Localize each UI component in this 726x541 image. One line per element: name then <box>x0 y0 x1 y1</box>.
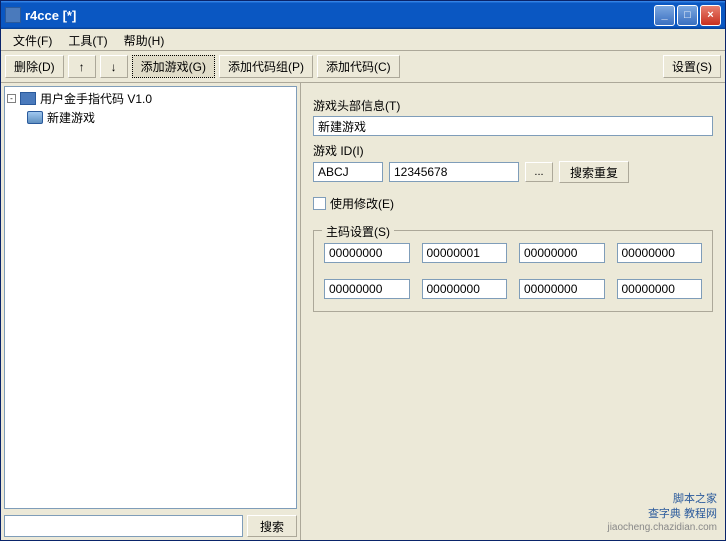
master-code-4[interactable] <box>617 243 703 263</box>
window-controls: _ □ × <box>654 5 721 26</box>
watermark-line1: 脚本之家 <box>607 492 717 506</box>
delete-button[interactable]: 删除(D) <box>5 55 64 78</box>
master-code-7[interactable] <box>519 279 605 299</box>
header-info-input[interactable] <box>313 116 713 136</box>
add-code-group-button[interactable]: 添加代码组(P) <box>219 55 313 78</box>
search-duplicate-button[interactable]: 搜索重复 <box>559 161 629 183</box>
maximize-button[interactable]: □ <box>677 5 698 26</box>
tree-search-button[interactable]: 搜索 <box>247 515 297 537</box>
left-pane: - 用户金手指代码 V1.0 新建游戏 搜索 <box>1 83 301 540</box>
menu-tools[interactable]: 工具(T) <box>60 29 115 50</box>
tree-root-label: 用户金手指代码 V1.0 <box>40 90 152 107</box>
use-modify-label: 使用修改(E) <box>330 195 394 212</box>
master-code-6[interactable] <box>422 279 508 299</box>
app-window: r4cce [*] _ □ × 文件(F) 工具(T) 帮助(H) 删除(D) … <box>0 0 726 541</box>
settings-button[interactable]: 设置(S) <box>663 55 721 78</box>
window-title: r4cce [*] <box>25 8 654 23</box>
tree-item-label: 新建游戏 <box>47 109 95 126</box>
game-id-field-1[interactable] <box>313 162 383 182</box>
master-code-5[interactable] <box>324 279 410 299</box>
menu-help[interactable]: 帮助(H) <box>116 29 173 50</box>
header-info-label: 游戏头部信息(T) <box>313 97 713 114</box>
use-modify-checkbox[interactable] <box>313 197 326 210</box>
master-code-fieldset: 主码设置(S) <box>313 230 713 312</box>
tree-search-input[interactable] <box>4 515 243 537</box>
game-icon <box>27 111 43 124</box>
menu-file[interactable]: 文件(F) <box>5 29 60 50</box>
master-code-2[interactable] <box>422 243 508 263</box>
menubar: 文件(F) 工具(T) 帮助(H) <box>1 29 725 51</box>
watermark-url: jiaocheng.chazidian.com <box>607 521 717 534</box>
add-code-button[interactable]: 添加代码(C) <box>317 55 400 78</box>
master-code-1[interactable] <box>324 243 410 263</box>
tree-collapse-icon[interactable]: - <box>7 94 16 103</box>
move-up-button[interactable]: ↑ <box>68 55 96 78</box>
browse-button[interactable]: ... <box>525 162 553 182</box>
master-code-3[interactable] <box>519 243 605 263</box>
master-code-8[interactable] <box>617 279 703 299</box>
watermark-line2: 查字典 教程网 <box>607 507 717 521</box>
right-pane: 游戏头部信息(T) 游戏 ID(I) ... 搜索重复 使用修改(E) 主码设置… <box>301 83 725 540</box>
tree-item-game[interactable]: 新建游戏 <box>27 108 294 127</box>
close-button[interactable]: × <box>700 5 721 26</box>
game-id-label: 游戏 ID(I) <box>313 142 713 159</box>
minimize-button[interactable]: _ <box>654 5 675 26</box>
watermark: 脚本之家 查字典 教程网 jiaocheng.chazidian.com <box>607 492 717 534</box>
game-id-field-2[interactable] <box>389 162 519 182</box>
titlebar: r4cce [*] _ □ × <box>1 1 725 29</box>
master-code-legend: 主码设置(S) <box>322 223 394 240</box>
code-tree[interactable]: - 用户金手指代码 V1.0 新建游戏 <box>4 86 297 509</box>
add-game-button[interactable]: 添加游戏(G) <box>132 55 215 78</box>
app-icon <box>5 7 21 23</box>
db-icon <box>20 92 36 105</box>
toolbar: 删除(D) ↑ ↓ 添加游戏(G) 添加代码组(P) 添加代码(C) 设置(S) <box>1 51 725 83</box>
tree-root[interactable]: - 用户金手指代码 V1.0 新建游戏 <box>7 89 294 127</box>
tree-search-row: 搜索 <box>1 512 300 540</box>
move-down-button[interactable]: ↓ <box>100 55 128 78</box>
content-area: - 用户金手指代码 V1.0 新建游戏 搜索 <box>1 83 725 540</box>
